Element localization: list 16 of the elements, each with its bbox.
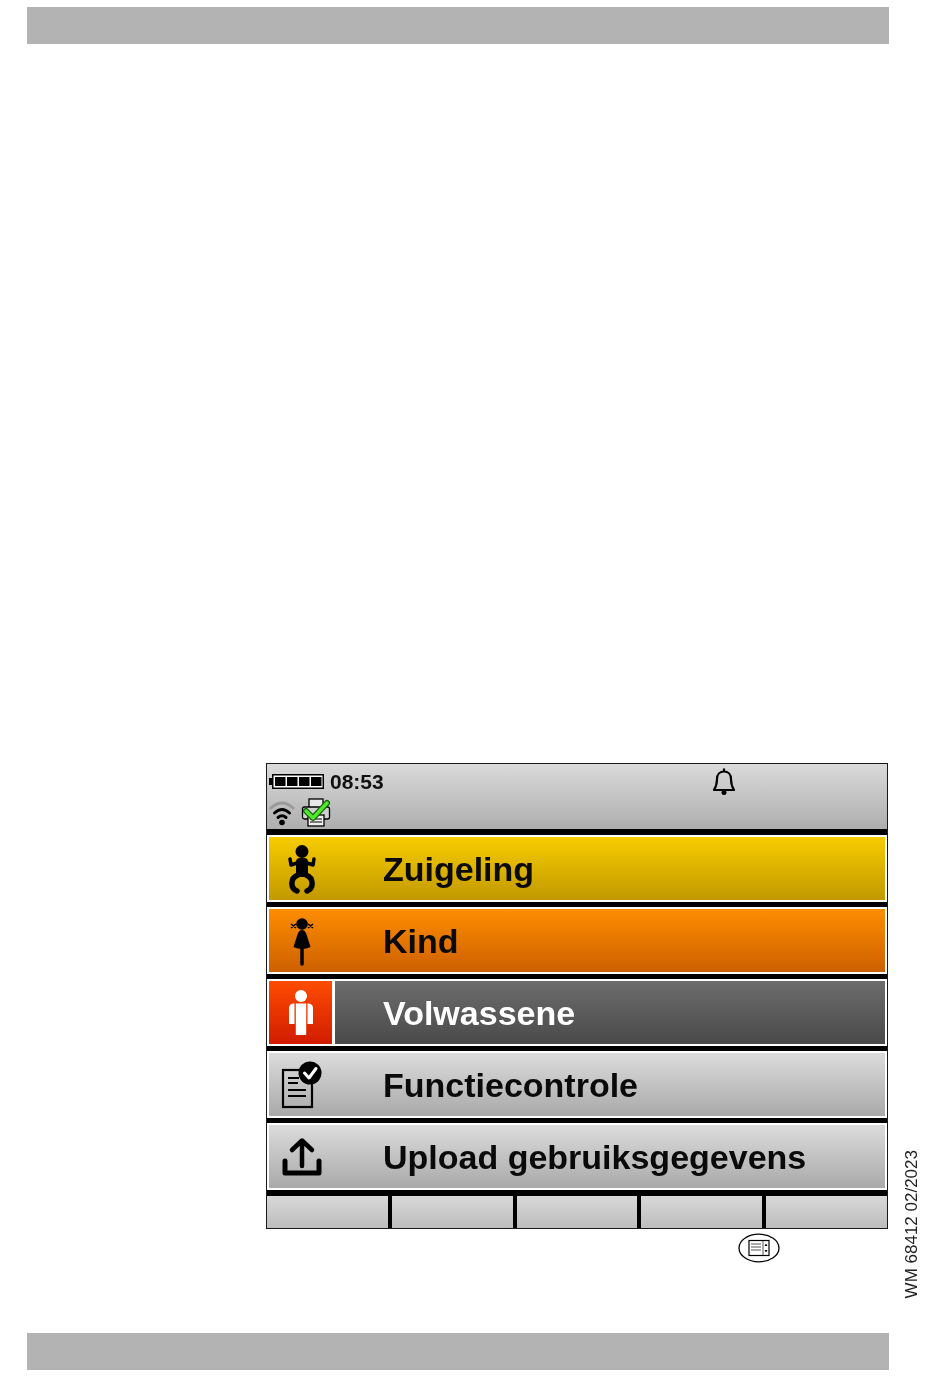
menu-item[interactable]: Zuigeling xyxy=(267,835,887,902)
person-icon xyxy=(269,981,332,1044)
menu-item[interactable]: Functiecontrole xyxy=(267,1051,887,1118)
list-scroll-icon xyxy=(738,1233,780,1263)
document-code: WM 68412 02/2023 xyxy=(903,1150,920,1299)
clock-time: 08:53 xyxy=(330,771,384,792)
wifi-icon xyxy=(269,798,295,826)
baby-icon xyxy=(287,843,317,894)
menu-item[interactable]: Upload gebruiksgegevens xyxy=(267,1123,887,1190)
checklist-icon xyxy=(281,1060,323,1109)
upload-icon xyxy=(281,1136,323,1177)
girl-icon xyxy=(289,915,315,966)
battery-icon xyxy=(269,774,324,789)
printer-check-icon xyxy=(301,797,331,827)
menu-item[interactable]: Volwassene xyxy=(267,979,887,1046)
menu-item[interactable]: Kind xyxy=(267,907,887,974)
